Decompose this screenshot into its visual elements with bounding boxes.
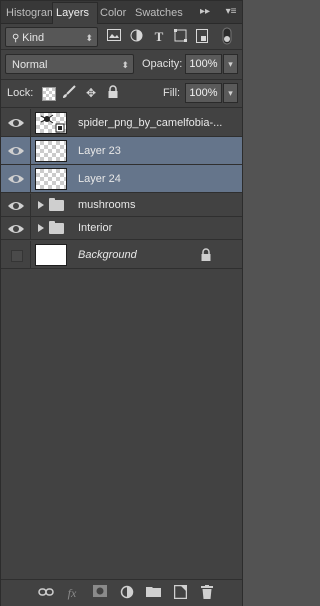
layer-thumbnail <box>35 140 67 162</box>
visibility-eye-icon[interactable] <box>7 197 25 215</box>
expand-triangle-icon[interactable] <box>38 224 44 232</box>
layer-name[interactable]: Interior <box>78 217 112 240</box>
filter-pixel-icon[interactable] <box>106 29 122 45</box>
new-group-folder-icon[interactable] <box>145 585 161 601</box>
folder-icon <box>49 198 64 211</box>
fill-input[interactable]: 100% <box>185 83 222 103</box>
divider <box>30 194 31 216</box>
filter-type-icon[interactable]: T <box>151 29 167 45</box>
blend-row: Normal ⬍ Opacity: 100% ▾ <box>5 54 240 76</box>
layer-name[interactable]: spider_png_by_camelfobia-... <box>78 109 222 137</box>
folder-icon <box>49 221 64 234</box>
visibility-toggle-empty[interactable] <box>7 246 25 264</box>
divider <box>30 217 31 239</box>
divider <box>1 107 242 108</box>
fill-dropdown-icon[interactable]: ▾ <box>223 83 238 103</box>
tab-color[interactable]: Color <box>97 3 135 23</box>
panel-tab-bar: Histogram Layers Color Swatches ▸▸ ▾≡ <box>1 1 242 24</box>
visibility-eye-icon[interactable] <box>7 170 25 188</box>
layers-panel: Histogram Layers Color Swatches ▸▸ ▾≡ ⚲ … <box>0 0 243 606</box>
filter-kind-label: Kind <box>22 32 45 44</box>
panel-expand-icon[interactable]: ▸▸ <box>197 4 213 20</box>
layer-thumbnail <box>35 168 67 190</box>
layer-thumbnail <box>35 112 67 134</box>
add-mask-icon[interactable] <box>92 585 108 601</box>
opacity-label: Opacity: <box>142 58 183 70</box>
lock-all-icon[interactable] <box>105 85 121 101</box>
new-layer-icon[interactable] <box>172 584 188 601</box>
opacity-dropdown-icon[interactable]: ▾ <box>223 54 238 74</box>
layer-filter-row: ⚲ Kind ⬍ T <box>5 27 240 49</box>
divider <box>30 137 31 164</box>
visibility-eye-icon[interactable] <box>7 142 25 160</box>
visibility-eye-icon[interactable] <box>7 220 25 238</box>
divider <box>30 109 31 136</box>
layer-row[interactable]: spider_png_by_camelfobia-... <box>1 109 242 137</box>
tab-histogram[interactable]: Histogram <box>3 3 55 23</box>
fill-label: Fill: <box>163 87 181 99</box>
delete-layer-trash-icon[interactable] <box>199 585 215 601</box>
lock-icon <box>201 248 211 261</box>
layer-name[interactable]: Layer 24 <box>78 165 121 193</box>
select-arrows-icon: ⬍ <box>121 60 129 70</box>
spider-thumbnail-icon <box>40 114 65 133</box>
blend-mode-select[interactable]: Normal ⬍ <box>5 54 134 74</box>
lock-label: Lock: <box>7 87 34 99</box>
layer-style-fx-icon[interactable]: fx <box>64 585 80 601</box>
lock-transparent-pixels-icon[interactable] <box>40 85 56 101</box>
layers-bottom-toolbar: fx <box>1 579 242 606</box>
panel-menu-icon[interactable]: ▾≡ <box>223 4 239 20</box>
blend-mode-value: Normal <box>12 59 48 71</box>
layer-name[interactable]: Background <box>78 241 137 269</box>
divider <box>30 241 31 268</box>
link-layers-icon[interactable] <box>38 585 54 601</box>
layer-row[interactable]: Background <box>1 241 242 269</box>
layer-name[interactable]: Layer 23 <box>78 137 121 165</box>
divider <box>1 79 242 80</box>
new-adjustment-layer-icon[interactable] <box>119 585 135 601</box>
select-arrows-icon: ⬍ <box>85 33 93 43</box>
search-icon: ⚲ <box>12 33 23 44</box>
lock-row: Lock: ✥ Fill: 100% ▾ <box>5 83 240 105</box>
divider <box>1 49 242 50</box>
tab-layers[interactable]: Layers <box>52 2 98 24</box>
tab-swatches[interactable]: Swatches <box>132 3 186 23</box>
filter-adjustment-icon[interactable] <box>128 29 144 45</box>
layer-row[interactable]: Layer 23 <box>1 137 242 165</box>
lock-image-pixels-icon[interactable] <box>61 85 77 101</box>
filter-toggle-icon[interactable] <box>219 27 235 45</box>
filter-shape-icon[interactable] <box>172 29 188 45</box>
filter-kind-select[interactable]: ⚲ Kind ⬍ <box>5 27 98 47</box>
layer-group-row[interactable]: mushrooms <box>1 194 242 217</box>
divider <box>30 165 31 192</box>
expand-triangle-icon[interactable] <box>38 201 44 209</box>
filter-smart-object-icon[interactable] <box>194 29 210 45</box>
layer-name[interactable]: mushrooms <box>78 194 135 217</box>
opacity-input[interactable]: 100% <box>185 54 222 74</box>
layer-thumbnail <box>35 244 67 266</box>
layer-group-row[interactable]: Interior <box>1 217 242 240</box>
visibility-eye-icon[interactable] <box>7 114 25 132</box>
lock-position-icon[interactable]: ✥ <box>83 85 99 101</box>
layer-row[interactable]: Layer 24 <box>1 165 242 193</box>
